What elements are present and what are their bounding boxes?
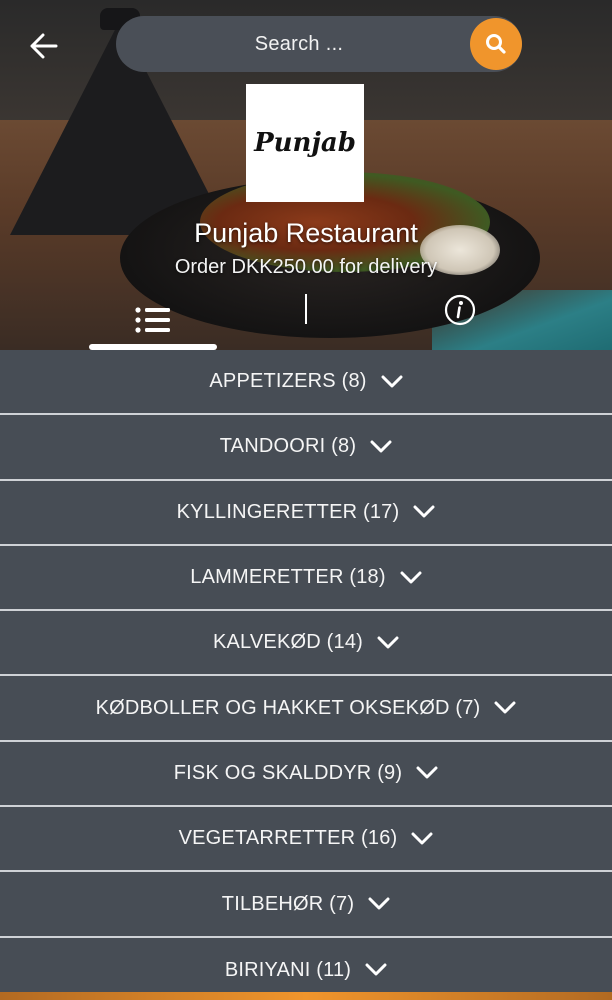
back-button[interactable] bbox=[24, 26, 64, 66]
category-item[interactable]: LAMMERETTER (18) bbox=[0, 545, 612, 612]
chevron-down-icon bbox=[381, 375, 403, 388]
chevron-down-icon bbox=[413, 505, 435, 518]
restaurant-name: Punjab Restaurant bbox=[194, 218, 418, 248]
chevron-down-icon bbox=[494, 701, 516, 714]
category-label: KØDBOLLER OG HAKKET OKSEKØD (7) bbox=[95, 696, 481, 719]
chevron-down-icon bbox=[411, 832, 433, 845]
chevron-down-icon bbox=[416, 766, 438, 779]
info-icon bbox=[444, 294, 476, 326]
search-bar[interactable]: Search ... bbox=[116, 16, 522, 72]
hero-banner: Search ... Punjab Punjab Restaurant Orde… bbox=[0, 0, 612, 350]
category-label: KYLLINGERETTER (17) bbox=[176, 500, 400, 523]
category-item[interactable]: VEGETARRETTER (16) bbox=[0, 807, 612, 873]
category-item[interactable]: APPETIZERS (8) bbox=[0, 350, 612, 416]
tab-info[interactable] bbox=[430, 290, 490, 330]
chevron-down-icon bbox=[377, 636, 399, 649]
category-item[interactable]: TILBEHØR (7) bbox=[0, 872, 612, 938]
tab-bar bbox=[0, 290, 612, 350]
category-item[interactable]: KYLLINGERETTER (17) bbox=[0, 480, 612, 546]
logo-text: Punjab bbox=[254, 128, 356, 158]
category-item[interactable]: KALVEKØD (14) bbox=[0, 611, 612, 677]
category-label: VEGETARRETTER (16) bbox=[178, 827, 398, 850]
delivery-minimum: Order DKK250.00 for delivery bbox=[174, 256, 438, 278]
category-item[interactable]: KØDBOLLER OG HAKKET OKSEKØD (7) bbox=[0, 676, 612, 742]
category-label: BIRIYANI (11) bbox=[224, 958, 352, 981]
search-icon bbox=[486, 34, 506, 54]
category-item[interactable]: TANDOORI (8) bbox=[0, 415, 612, 481]
category-label: TILBEHØR (7) bbox=[221, 892, 355, 915]
category-item[interactable]: BIRIYANI (11) bbox=[0, 937, 612, 1000]
chevron-down-icon bbox=[370, 440, 392, 453]
tab-divider bbox=[305, 294, 307, 324]
chevron-down-icon bbox=[400, 571, 422, 584]
chevron-down-icon bbox=[365, 963, 387, 976]
category-list: APPETIZERS (8) TANDOORI (8) KYLLINGERETT… bbox=[0, 350, 612, 1000]
restaurant-logo: Punjab bbox=[246, 84, 364, 202]
category-label: KALVEKØD (14) bbox=[212, 631, 364, 654]
list-icon bbox=[135, 307, 170, 333]
chevron-down-icon bbox=[368, 897, 390, 910]
arrow-left-icon bbox=[30, 33, 58, 59]
category-label: FISK OG SKALDDYR (9) bbox=[173, 761, 403, 784]
category-item[interactable]: FISK OG SKALDDYR (9) bbox=[0, 741, 612, 808]
category-label: TANDOORI (8) bbox=[219, 435, 357, 458]
tab-menu[interactable] bbox=[90, 290, 216, 350]
category-label: APPETIZERS (8) bbox=[209, 370, 367, 393]
search-button[interactable] bbox=[470, 18, 522, 70]
bottom-accent-bar bbox=[0, 992, 612, 1000]
search-input[interactable]: Search ... bbox=[255, 33, 344, 56]
category-label: LAMMERETTER (18) bbox=[190, 566, 386, 589]
